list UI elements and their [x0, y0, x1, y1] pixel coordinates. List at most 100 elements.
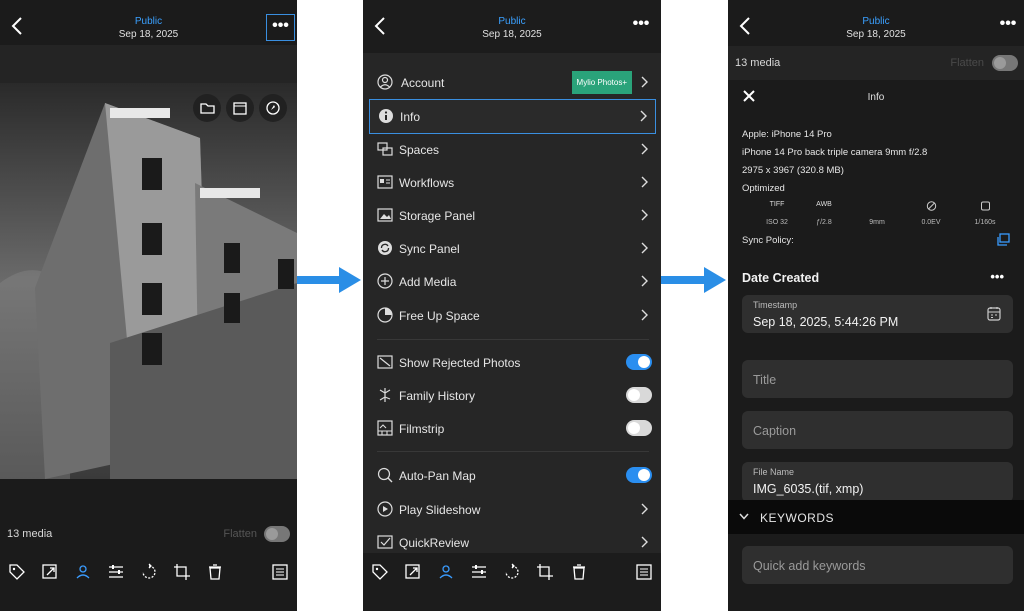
- tag-icon[interactable]: [8, 563, 26, 581]
- album-title[interactable]: Public: [0, 16, 297, 27]
- context-menu: Account Mylio Photos+ Info Spaces Workfl…: [363, 53, 661, 553]
- crop-icon[interactable]: [536, 563, 554, 581]
- calendar-icon[interactable]: [987, 306, 1001, 321]
- chevron-right-icon: [641, 143, 648, 155]
- map-search-icon: [377, 467, 393, 483]
- menu-item-label: Sync Panel: [399, 242, 460, 256]
- share-icon[interactable]: [404, 563, 422, 581]
- family-history-toggle[interactable]: [626, 387, 652, 403]
- album-title[interactable]: Public: [728, 16, 1024, 27]
- menu-item-family-history[interactable]: Family History: [369, 379, 656, 412]
- list-icon[interactable]: [635, 563, 653, 581]
- calendar-button[interactable]: [226, 94, 254, 122]
- map-button[interactable]: [259, 94, 287, 122]
- more-menu-button[interactable]: •••: [996, 15, 1020, 37]
- pie-icon: [377, 307, 393, 323]
- building-image: [0, 83, 297, 479]
- people-icon[interactable]: [437, 563, 455, 581]
- people-icon[interactable]: [74, 563, 92, 581]
- filename-field[interactable]: File Name IMG_6035.(tif, xmp): [742, 462, 1013, 502]
- keywords-section-header[interactable]: KEYWORDS: [728, 500, 1024, 534]
- exposure-icon: [926, 201, 936, 211]
- exif-exposure: 0.0EV: [906, 201, 956, 226]
- flatten-toggle[interactable]: [264, 526, 290, 542]
- upgrade-badge[interactable]: Mylio Photos+: [571, 71, 632, 94]
- exif-head: AWB: [816, 201, 832, 208]
- exif-value: 0.0EV: [921, 219, 941, 226]
- menu-item-workflows[interactable]: Workflows: [369, 166, 656, 199]
- album-title[interactable]: Public: [363, 16, 661, 27]
- album-date: Sep 18, 2025: [482, 29, 542, 40]
- title-field[interactable]: Title: [742, 360, 1013, 398]
- chevron-right-icon: [641, 536, 648, 548]
- menu-screen: Public Sep 18, 2025 ••• Account Mylio Ph…: [363, 0, 661, 611]
- crop-icon[interactable]: [173, 563, 191, 581]
- menu-item-label: Spaces: [399, 143, 440, 157]
- trash-icon[interactable]: [570, 563, 588, 581]
- share-icon[interactable]: [41, 563, 59, 581]
- menu-item-add-media[interactable]: Add Media: [369, 265, 656, 298]
- menu-item-account[interactable]: Account Mylio Photos+: [369, 66, 656, 99]
- list-icon[interactable]: [271, 563, 289, 581]
- adjust-icon[interactable]: [470, 563, 488, 581]
- trash-icon[interactable]: [206, 563, 224, 581]
- menu-item-play-slideshow[interactable]: Play Slideshow: [369, 493, 656, 526]
- filmstrip-toggle[interactable]: [626, 420, 652, 436]
- chevron-right-icon: [640, 110, 647, 122]
- field-value: IMG_6035.(tif, xmp): [753, 482, 864, 496]
- exif-iso: TIFF ISO 32: [752, 201, 802, 226]
- flow-arrow-icon: [661, 267, 726, 293]
- folder-button[interactable]: [193, 94, 221, 122]
- tag-icon[interactable]: [371, 563, 389, 581]
- menu-item-filmstrip[interactable]: Filmstrip: [369, 412, 656, 445]
- camera-model: Apple: iPhone 14 Pro: [742, 129, 832, 140]
- exif-aperture: AWB ƒ/2.8: [799, 201, 849, 226]
- keywords-input[interactable]: Quick add keywords: [742, 546, 1013, 584]
- flow-arrow-icon: [297, 267, 361, 293]
- show-rejected-toggle[interactable]: [626, 354, 652, 370]
- rotate-icon[interactable]: [140, 563, 158, 581]
- menu-item-label: Play Slideshow: [399, 503, 481, 517]
- field-placeholder: Title: [753, 373, 777, 387]
- date-options-button[interactable]: •••: [990, 269, 1004, 284]
- info-panel-title: Info: [867, 92, 885, 103]
- flatten-toggle[interactable]: [992, 55, 1018, 71]
- menu-item-info[interactable]: Info: [369, 99, 656, 134]
- exif-head: TIFF: [769, 201, 785, 208]
- chevron-right-icon: [641, 309, 648, 321]
- sync-icon: [378, 241, 392, 255]
- menu-item-auto-pan-map[interactable]: Auto-Pan Map: [369, 459, 656, 492]
- adjust-icon[interactable]: [107, 563, 125, 581]
- exif-shutter: 1/160s: [960, 201, 1010, 226]
- chevron-right-icon: [641, 76, 648, 88]
- header: Public Sep 18, 2025 •••: [363, 0, 661, 45]
- photo[interactable]: [0, 83, 297, 479]
- caption-field[interactable]: Caption: [742, 411, 1013, 449]
- auto-pan-toggle[interactable]: [626, 467, 652, 483]
- menu-item-label: Workflows: [399, 176, 455, 190]
- subheader-bar: [0, 45, 297, 83]
- exif-focal: 9mm: [852, 201, 902, 226]
- chevron-down-icon: [739, 513, 749, 520]
- rejected-photo-icon: [377, 355, 393, 369]
- menu-item-spaces[interactable]: Spaces: [369, 133, 656, 166]
- header: Public Sep 18, 2025 •••: [0, 0, 297, 45]
- timestamp-field[interactable]: Timestamp Sep 18, 2025, 5:44:26 PM: [742, 295, 1013, 333]
- image-dimensions: 2975 x 3967 (320.8 MB): [742, 165, 844, 176]
- more-menu-button[interactable]: •••: [266, 14, 295, 41]
- more-menu-button[interactable]: •••: [629, 15, 653, 37]
- chevron-right-icon: [641, 176, 648, 188]
- menu-item-label: Family History: [399, 389, 476, 403]
- field-label: File Name: [753, 467, 795, 477]
- rotate-icon[interactable]: [503, 563, 521, 581]
- menu-item-show-rejected[interactable]: Show Rejected Photos: [369, 346, 656, 379]
- sync-policy-icon[interactable]: [997, 233, 1010, 246]
- menu-item-storage-panel[interactable]: Storage Panel: [369, 199, 656, 232]
- menu-item-label: Show Rejected Photos: [399, 356, 521, 370]
- exif-value: ƒ/2.8: [816, 219, 832, 226]
- menu-item-free-up-space[interactable]: Free Up Space: [369, 299, 656, 332]
- flatten-label: Flatten: [223, 528, 257, 540]
- shutter-icon: [980, 201, 990, 211]
- menu-item-sync-panel[interactable]: Sync Panel: [369, 232, 656, 265]
- menu-item-label: QuickReview: [399, 536, 470, 550]
